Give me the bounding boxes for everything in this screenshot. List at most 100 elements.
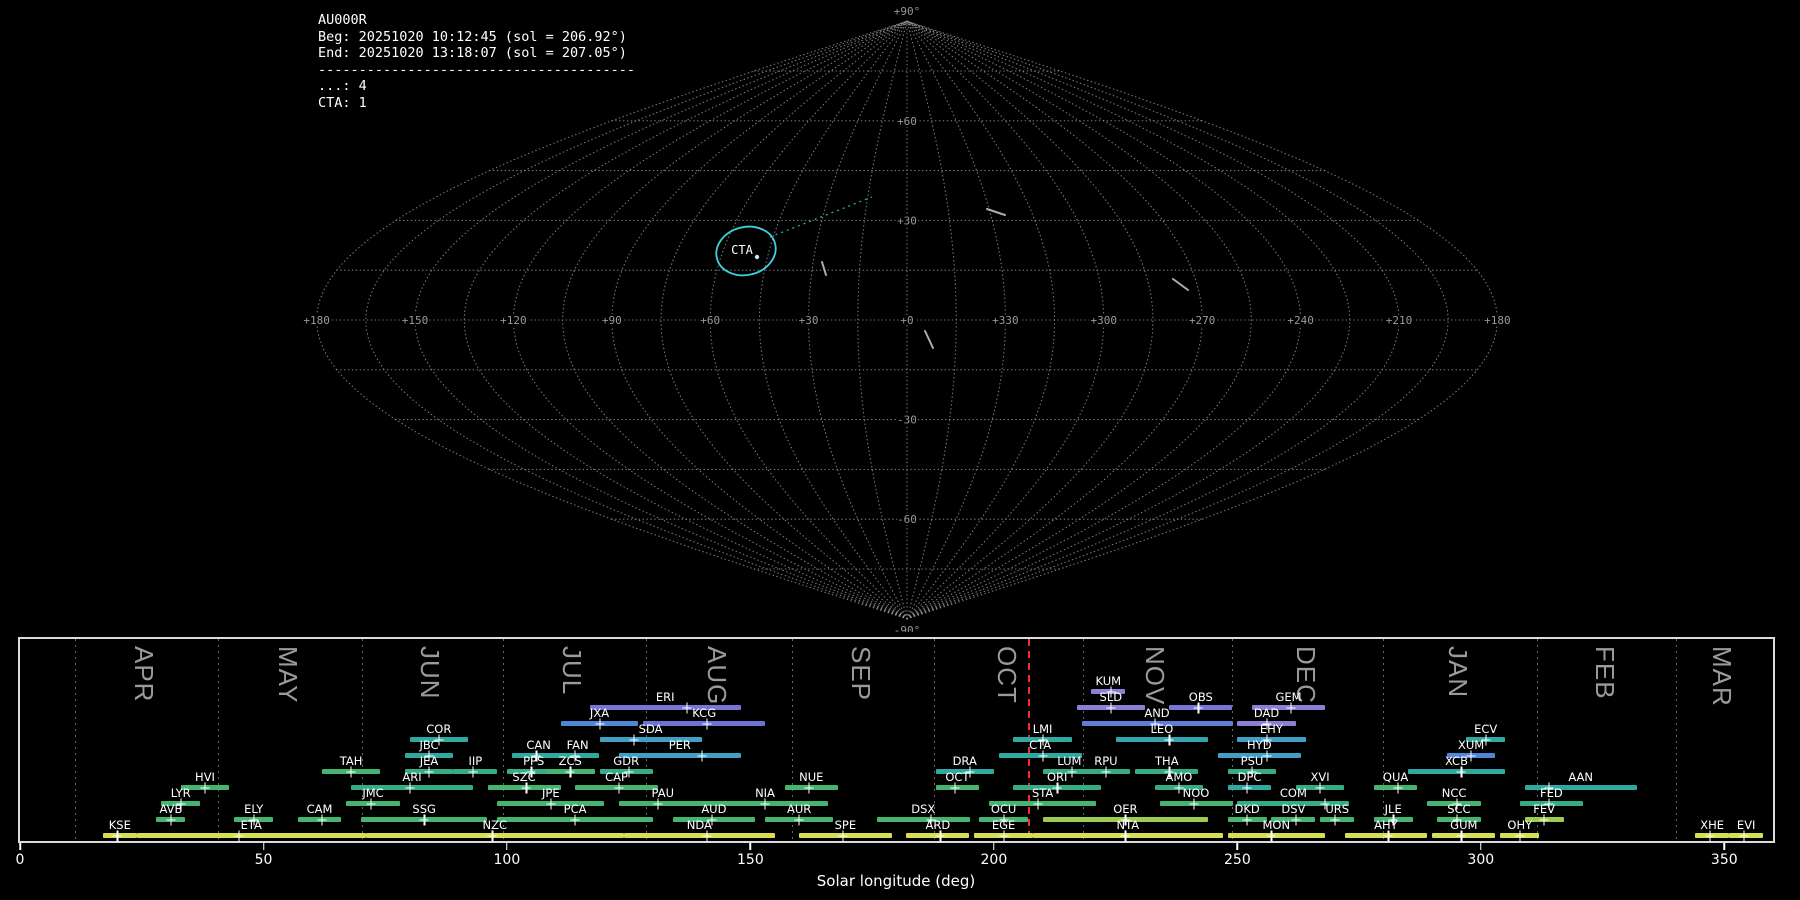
- ra-label: +0: [900, 314, 913, 327]
- meteor-trail: [822, 262, 826, 275]
- shower-peak-marker: [1037, 750, 1048, 761]
- shower-peak-marker: [1193, 702, 1204, 713]
- shower-peak-marker: [935, 830, 946, 841]
- x-tick: [750, 843, 752, 850]
- shower-peak-marker: [1704, 830, 1715, 841]
- shower-label: AAN: [1568, 770, 1593, 784]
- shower-peak-marker: [1456, 830, 1467, 841]
- month-label: JUN: [414, 646, 445, 700]
- cta-drift-line: [770, 197, 872, 237]
- shower-peak-marker: [1100, 766, 1111, 777]
- shower-bar: [877, 817, 970, 822]
- shower-bar: [590, 705, 741, 710]
- x-tick-label: 50: [255, 852, 273, 868]
- month-boundary-line: [75, 639, 76, 841]
- cta-meteor-dot: [755, 255, 759, 259]
- x-tick-label: 300: [1467, 852, 1494, 868]
- shower-peak-marker: [346, 766, 357, 777]
- x-tick-label: 250: [1224, 852, 1251, 868]
- shower-peak-marker: [1105, 702, 1116, 713]
- lat-label: +90°: [894, 5, 921, 18]
- shower-label: COM: [1280, 786, 1307, 800]
- month-label: JUL: [556, 646, 587, 695]
- shower-peak-marker: [1188, 798, 1199, 809]
- shower-peak-marker: [424, 766, 435, 777]
- x-tick: [19, 843, 21, 850]
- month-boundary-line: [503, 639, 504, 841]
- shower-peak-marker: [545, 798, 556, 809]
- month-label: MAR: [1706, 646, 1737, 707]
- x-tick: [263, 843, 265, 850]
- shower-peak-marker: [1738, 830, 1749, 841]
- shower-peak-marker: [1266, 830, 1277, 841]
- shower-peak-marker: [404, 782, 415, 793]
- shower-peak-marker: [1456, 766, 1467, 777]
- shower-peak-marker: [594, 718, 605, 729]
- month-label: AUG: [701, 646, 732, 705]
- shower-label: ERI: [656, 690, 675, 704]
- lat-label: +30: [897, 214, 917, 227]
- x-tick: [1237, 843, 1239, 850]
- month-label: JAN: [1442, 646, 1473, 698]
- ra-label: +30: [799, 314, 819, 327]
- shower-peak-marker: [1066, 766, 1077, 777]
- x-axis-title: Solar longitude (deg): [817, 872, 975, 890]
- ra-label: +60: [700, 314, 720, 327]
- shower-peak-marker: [467, 766, 478, 777]
- shower-peak-marker: [1242, 782, 1253, 793]
- shower-peak-marker: [1514, 830, 1525, 841]
- month-label: SEP: [845, 646, 876, 701]
- ra-label: +180: [303, 314, 330, 327]
- cta-radiant: CTA: [711, 197, 872, 282]
- x-tick: [1480, 843, 1482, 850]
- ra-label: +300: [1091, 314, 1118, 327]
- shower-peak-marker: [628, 734, 639, 745]
- x-tick-label: 150: [737, 852, 764, 868]
- shower-peak-marker: [365, 798, 376, 809]
- month-label: MAY: [272, 646, 303, 703]
- ra-label: +90: [602, 314, 622, 327]
- shower-peak-marker: [682, 702, 693, 713]
- ra-label: +210: [1386, 314, 1413, 327]
- shower-peak-marker: [696, 750, 707, 761]
- shower-peak-marker: [487, 830, 498, 841]
- x-tick: [1724, 843, 1726, 850]
- ra-label: +150: [402, 314, 429, 327]
- shower-peak-marker: [613, 782, 624, 793]
- ra-label: +120: [500, 314, 527, 327]
- shower-peak-marker: [1329, 814, 1340, 825]
- x-tick-label: 100: [494, 852, 521, 868]
- shower-peak-marker: [1285, 702, 1296, 713]
- month-label: FEB: [1589, 646, 1620, 700]
- month-boundary-line: [1232, 639, 1233, 841]
- month-boundary-line: [1083, 639, 1084, 841]
- shower-label: SDA: [639, 722, 663, 736]
- shower-peak-marker: [1393, 782, 1404, 793]
- ra-label: +180: [1484, 314, 1511, 327]
- month-boundary-line: [218, 639, 219, 841]
- shower-peak-marker: [570, 814, 581, 825]
- lat-label: -30: [897, 414, 917, 427]
- month-label: OCT: [991, 646, 1022, 704]
- x-tick-label: 350: [1711, 852, 1738, 868]
- shower-peak-marker: [166, 814, 177, 825]
- lat-label: -60: [897, 513, 917, 526]
- x-tick-label: 200: [981, 852, 1008, 868]
- month-boundary-line: [362, 639, 363, 841]
- shower-peak-marker: [1052, 782, 1063, 793]
- lat-label: -90°: [894, 624, 921, 632]
- shower-peak-marker: [1539, 814, 1550, 825]
- month-label: NOV: [1139, 646, 1170, 705]
- cta-radiant-label: CTA: [731, 243, 753, 257]
- shower-peak-marker: [837, 830, 848, 841]
- shower-label: PER: [669, 738, 691, 752]
- x-tick-label: 0: [16, 852, 25, 868]
- x-tick: [506, 843, 508, 850]
- shower-peak-marker: [1290, 814, 1301, 825]
- shower-peak-marker: [316, 814, 327, 825]
- shower-peak-marker: [565, 766, 576, 777]
- shower-peak-marker: [1242, 814, 1253, 825]
- ra-label: +270: [1189, 314, 1216, 327]
- shower-bar: [1116, 737, 1209, 742]
- ra-label: +240: [1287, 314, 1314, 327]
